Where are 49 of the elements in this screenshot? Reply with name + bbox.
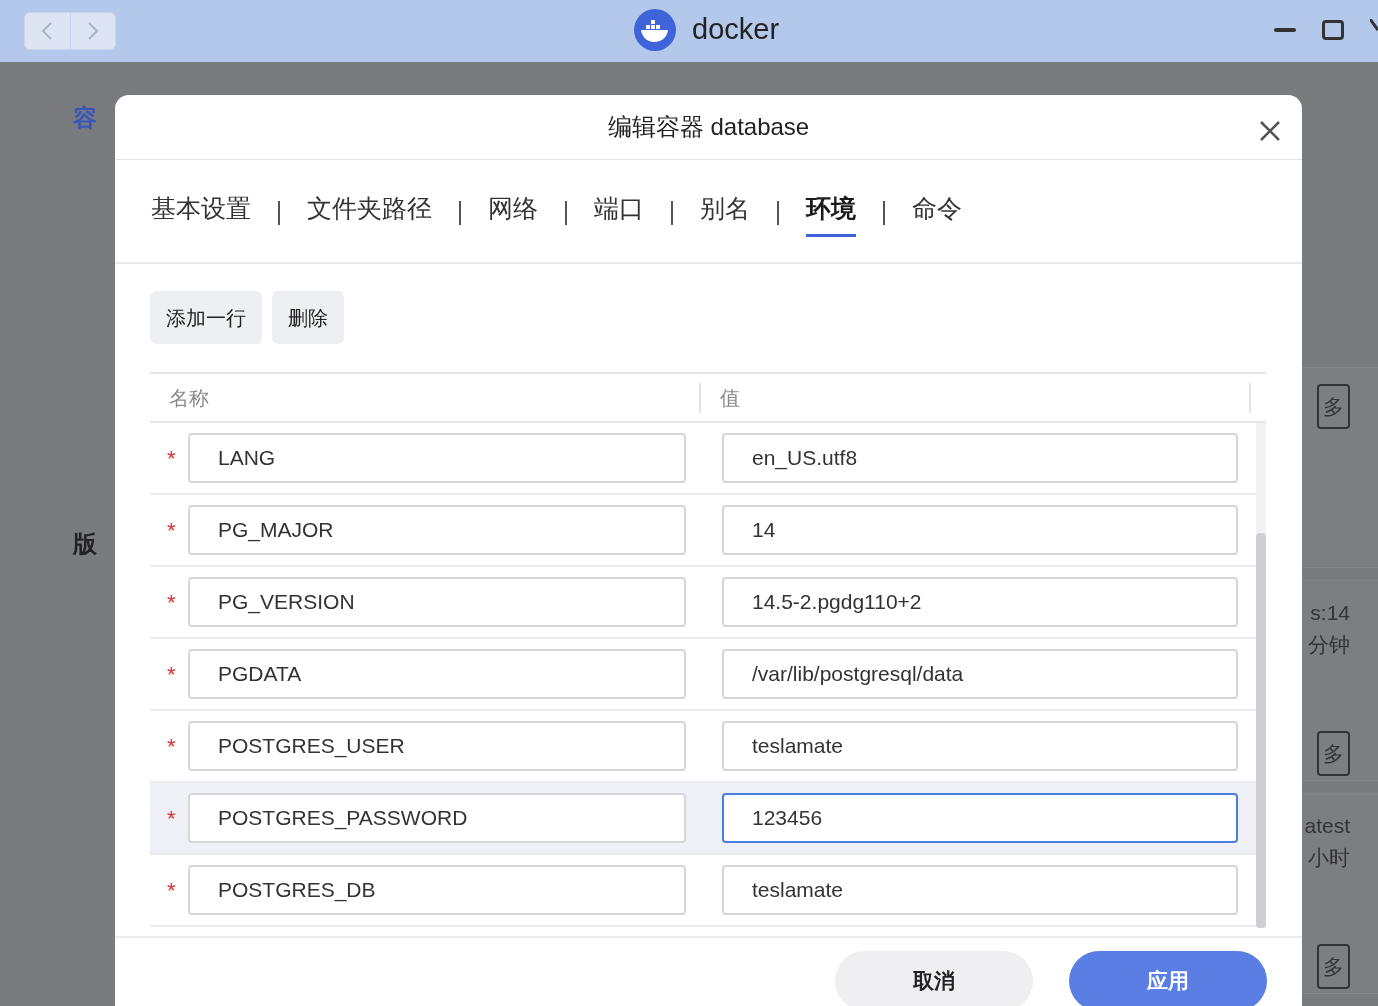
tab[interactable]: 文件夹路径 — [307, 190, 432, 237]
tab[interactable]: 基本设置 — [151, 190, 251, 237]
value-field[interactable]: 123456 — [722, 793, 1238, 843]
dialog-title: 编辑容器 database — [607, 112, 810, 142]
column-header: 名称 — [150, 382, 701, 413]
name-field[interactable]: PG_MAJOR — [188, 505, 686, 555]
value-field[interactable]: en_US.utf8 — [722, 433, 1238, 483]
value-field[interactable]: teslamate — [722, 721, 1238, 771]
table-row[interactable]: * POSTGRES_PASSWORD 123456 — [150, 783, 1256, 855]
close-button[interactable] — [1258, 119, 1282, 143]
name-field[interactable]: POSTGRES_DB — [188, 865, 686, 915]
scrollbar-thumb[interactable] — [1256, 533, 1266, 928]
required-mark: * — [166, 444, 177, 473]
tab[interactable]: 环境 — [806, 190, 856, 237]
tab[interactable]: 网络 — [488, 190, 538, 237]
name-field[interactable]: POSTGRES_PASSWORD — [188, 793, 686, 843]
value-field[interactable]: /var/lib/postgresql/data — [722, 649, 1238, 699]
card-text: atest — [1304, 813, 1350, 839]
required-mark: * — [166, 660, 177, 689]
card-text: 小时 — [1308, 845, 1350, 871]
toolbar-button[interactable]: 添加一行 — [150, 291, 262, 344]
whale-logo-icon — [634, 8, 676, 51]
card-text: 分钟 — [1308, 632, 1350, 658]
value-field[interactable]: teslamate — [722, 865, 1238, 915]
name-field[interactable]: LANG — [188, 433, 686, 483]
tab[interactable]: 命令 — [912, 190, 962, 237]
required-mark: * — [166, 804, 177, 833]
name-field[interactable]: PG_VERSION — [188, 577, 686, 627]
name-field[interactable]: POSTGRES_USER — [188, 721, 686, 771]
required-mark: * — [166, 588, 177, 617]
maximize-button[interactable] — [1322, 20, 1344, 40]
value-field[interactable]: 14 — [722, 505, 1238, 555]
required-mark: * — [166, 732, 177, 761]
tab[interactable]: 别名 — [700, 190, 750, 237]
required-mark: * — [166, 876, 177, 905]
column-header: 值 — [701, 382, 1251, 413]
card-text: s:14 — [1310, 600, 1350, 626]
required-mark: * — [166, 516, 177, 545]
chevron-left-icon — [41, 21, 54, 41]
apply-button[interactable]: 应用 — [1069, 951, 1267, 1006]
chevron-right-icon — [86, 21, 99, 41]
toolbar-button[interactable]: 删除 — [272, 291, 344, 344]
app-title: docker — [692, 12, 780, 47]
value-field[interactable]: 14.5-2.pgdg110+2 — [722, 577, 1238, 627]
cancel-button[interactable]: 取消 — [835, 951, 1033, 1006]
name-field[interactable]: PGDATA — [188, 649, 686, 699]
sidebar-item[interactable]: 版 — [73, 526, 115, 562]
close-icon — [1258, 119, 1282, 143]
tab[interactable]: 端口 — [594, 190, 644, 237]
